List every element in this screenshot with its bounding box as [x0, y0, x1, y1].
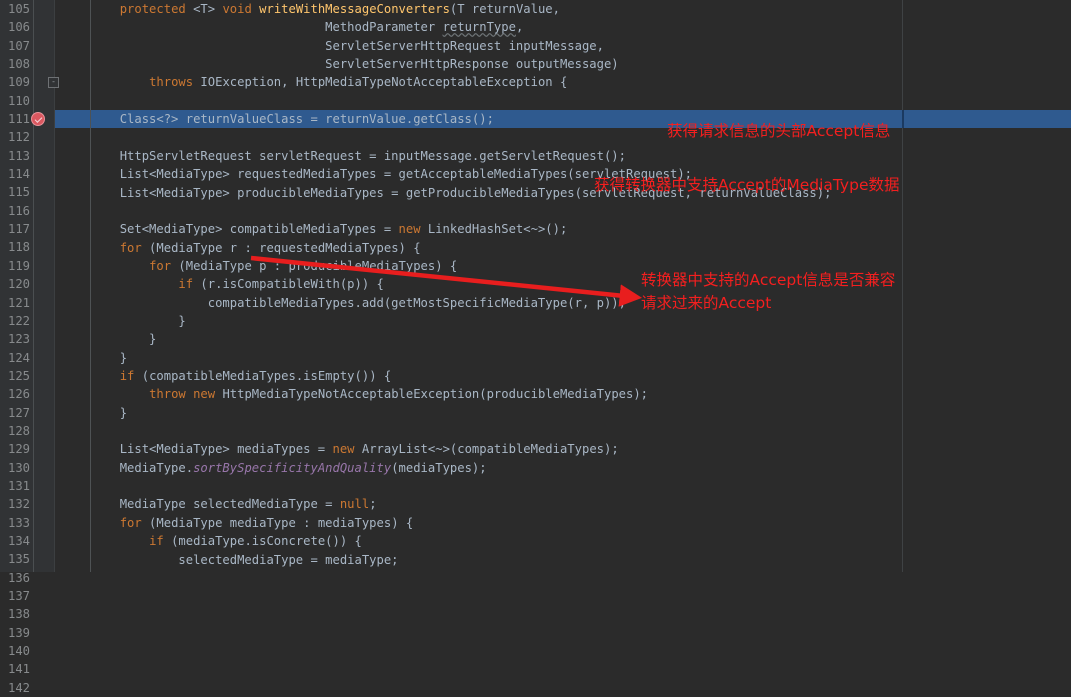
- line-number: 137: [7, 589, 30, 603]
- annot-converter-mediatype: 获得转换器中支持Accept的MediaType数据: [594, 176, 900, 194]
- line-number: 126: [7, 387, 30, 402]
- annot-compatibility-line1: 转换器中支持的Accept信息是否兼容: [641, 271, 896, 289]
- line-number: 108: [7, 57, 30, 72]
- gutter-divider: [33, 0, 34, 572]
- line-number: 135: [7, 552, 30, 567]
- code-line[interactable]: ServletServerHttpResponse outputMessage): [61, 55, 619, 73]
- line-number: 130: [7, 460, 30, 475]
- line-number: 114: [7, 167, 30, 182]
- code-line[interactable]: }: [61, 349, 127, 367]
- line-number: 117: [7, 222, 30, 237]
- code-line[interactable]: if (mediaType.isConcrete()) {: [61, 532, 362, 550]
- line-number: 133: [7, 515, 30, 530]
- line-number: 110: [7, 93, 30, 108]
- code-line[interactable]: protected <T> void writeWithMessageConve…: [61, 0, 560, 18]
- line-number: 138: [7, 607, 30, 622]
- line-number: 124: [7, 350, 30, 365]
- code-line[interactable]: selectedMediaType = mediaType;: [61, 551, 398, 569]
- line-number: 116: [7, 203, 30, 218]
- line-number: 107: [7, 38, 30, 53]
- right-margin-guide: [902, 0, 903, 572]
- line-number: 121: [7, 295, 30, 310]
- editor-gutter[interactable]: 105 106 107 108 109 110 111 112 113 114 115 116 117 1…: [0, 0, 55, 695]
- line-number: 128: [7, 423, 30, 438]
- line-number: 139: [7, 625, 30, 640]
- code-line[interactable]: HttpServletRequest servletRequest = inpu…: [61, 147, 626, 165]
- line-number: 106: [7, 20, 30, 35]
- code-line[interactable]: for (MediaType p : producibleMediaTypes)…: [61, 257, 457, 275]
- line-number: 113: [7, 148, 30, 163]
- code-line[interactable]: MediaType.sortBySpecificityAndQuality(me…: [61, 459, 487, 477]
- code-line[interactable]: Set<MediaType> compatibleMediaTypes = ne…: [61, 220, 568, 238]
- line-number: 123: [7, 332, 30, 347]
- line-number: 115: [7, 185, 30, 200]
- code-line[interactable]: if (r.isCompatibleWith(p)) {: [61, 275, 383, 293]
- annot-accept-header: 获得请求信息的头部Accept信息: [667, 122, 891, 140]
- annot-compatibility-line2: 请求过来的Accept: [641, 294, 772, 312]
- line-number: 105: [7, 2, 30, 16]
- line-number: 140: [7, 644, 30, 659]
- line-number-column: 105 106 107 108 109 110 111 112 113 114 115 116 117 1…: [0, 0, 33, 697]
- code-line[interactable]: for (MediaType mediaType : mediaTypes) {: [61, 514, 414, 532]
- line-number: 109: [7, 75, 30, 90]
- code-line[interactable]: MediaType selectedMediaType = null;: [61, 495, 377, 513]
- code-line[interactable]: MethodParameter returnType,: [61, 18, 523, 36]
- line-number: 112: [7, 130, 30, 145]
- line-number: 120: [7, 277, 30, 292]
- line-number: 125: [7, 368, 30, 383]
- line-number: 132: [7, 497, 30, 512]
- code-line[interactable]: }: [61, 404, 127, 422]
- code-content-area[interactable]: protected <T> void writeWithMessageConve…: [55, 0, 1071, 572]
- code-line[interactable]: List<MediaType> mediaTypes = new ArrayLi…: [61, 440, 619, 458]
- line-number: 131: [7, 478, 30, 493]
- text-caret: [902, 110, 904, 129]
- line-number: 142: [7, 680, 30, 695]
- line-number: 136: [7, 570, 30, 585]
- line-number: 134: [7, 533, 30, 548]
- code-line[interactable]: }: [61, 330, 156, 348]
- code-line[interactable]: compatibleMediaTypes.add(getMostSpecific…: [61, 294, 626, 312]
- line-number: 119: [7, 258, 30, 273]
- line-number: 127: [7, 405, 30, 420]
- line-number: 111: [7, 112, 30, 127]
- code-line[interactable]: Class<?> returnValueClass = returnValue.…: [61, 110, 494, 128]
- line-number: 118: [7, 240, 30, 255]
- line-number: 129: [7, 442, 30, 457]
- code-line[interactable]: }: [61, 312, 185, 330]
- line-number: 122: [7, 313, 30, 328]
- code-line[interactable]: ServletServerHttpRequest inputMessage,: [61, 37, 604, 55]
- line-number: 141: [7, 662, 30, 677]
- code-line[interactable]: throw new HttpMediaTypeNotAcceptableExce…: [61, 385, 648, 403]
- code-line[interactable]: throws IOException, HttpMediaTypeNotAcce…: [61, 73, 567, 91]
- code-line[interactable]: for (MediaType r : requestedMediaTypes) …: [61, 239, 421, 257]
- verified-breakpoint-icon[interactable]: [31, 112, 45, 127]
- code-line[interactable]: if (compatibleMediaTypes.isEmpty()) {: [61, 367, 392, 385]
- code-editor[interactable]: 105 106 107 108 109 110 111 112 113 114 115 116 117 1…: [0, 0, 1071, 695]
